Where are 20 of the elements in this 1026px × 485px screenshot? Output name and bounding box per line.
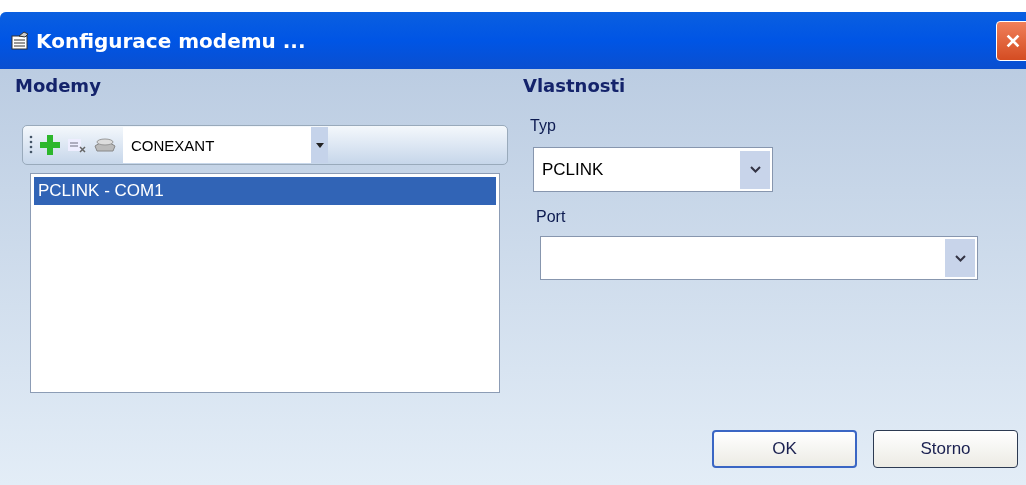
dialog-button[interactable]: Storno: [873, 430, 1018, 468]
phone-icon[interactable]: [93, 137, 117, 153]
dialog-button[interactable]: OK: [712, 430, 857, 468]
properties-icon: [10, 30, 30, 51]
window-title: Konfigurace modemu ...: [36, 28, 307, 53]
section-heading: Modemy: [15, 75, 102, 98]
list-item[interactable]: PCLINK - COM1: [34, 177, 496, 205]
chevron-icon: [954, 254, 966, 262]
type-dropdown[interactable]: PCLINK: [533, 147, 773, 192]
section-heading: Vlastnosti: [523, 75, 626, 98]
field-label: Typ: [530, 117, 556, 135]
caret-icon: [315, 142, 324, 148]
add-icon[interactable]: [39, 134, 61, 156]
port-dropdown[interactable]: [540, 236, 978, 280]
delete-icon[interactable]: [67, 137, 87, 153]
field-label: Port: [536, 208, 566, 226]
grip-icon: [29, 134, 33, 156]
modem-dropdown[interactable]: CONEXANT: [123, 127, 328, 163]
close-button[interactable]: [996, 20, 1026, 61]
chevron-icon: [749, 166, 761, 173]
